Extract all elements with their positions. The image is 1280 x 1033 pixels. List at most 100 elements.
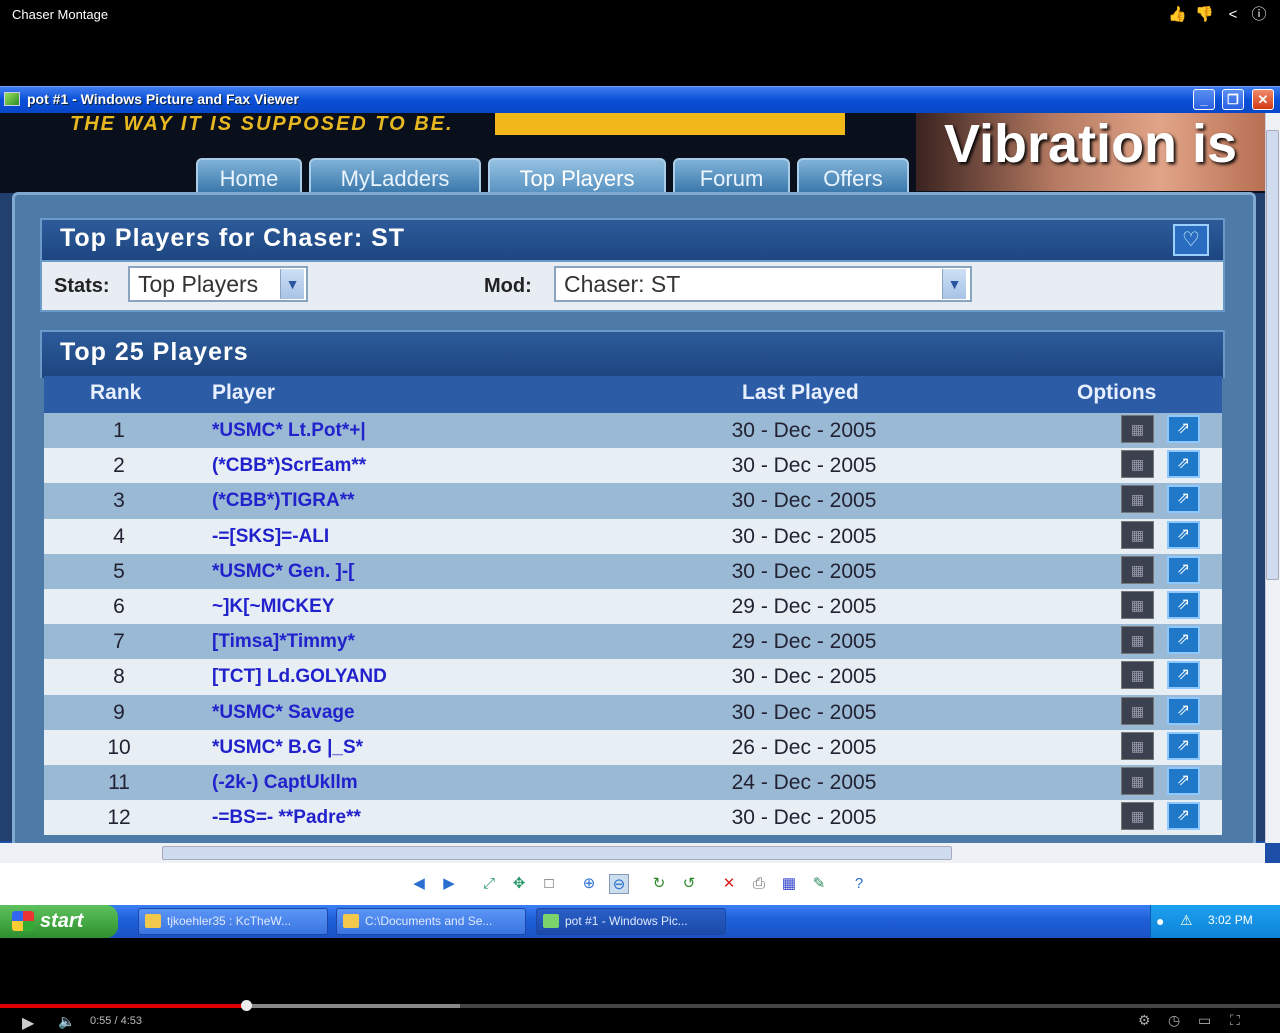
stats-icon[interactable]: ⇗ (1167, 767, 1200, 795)
delete-icon[interactable]: ✕ (719, 874, 739, 894)
stats-icon[interactable]: ⇗ (1167, 731, 1200, 760)
player-link[interactable]: (*CBB*)TIGRA** (212, 490, 355, 512)
profile-icon[interactable]: ▦ (1121, 520, 1154, 549)
zoom-in-icon[interactable]: ⊕ (579, 874, 599, 894)
player-link[interactable]: [Timsa]*Timmy* (212, 631, 355, 653)
chevron-down-icon[interactable]: ▼ (942, 269, 966, 299)
settings-gear-icon[interactable]: ⚙ (1138, 1012, 1151, 1029)
best-fit-icon[interactable]: ⤢ (479, 874, 499, 894)
next-image-icon[interactable]: ▶ (439, 874, 459, 894)
share-icon[interactable]: < (1224, 6, 1242, 24)
player-link[interactable]: (-2k-) CaptUkllm (212, 772, 358, 794)
close-button[interactable]: ✕ (1252, 89, 1274, 110)
table-row: 8 [TCT] Ld.GOLYAND 30 - Dec - 2005 ▦ ⇗ (44, 659, 1222, 695)
profile-icon[interactable]: ▦ (1121, 485, 1154, 514)
save-icon[interactable]: ▦ (779, 874, 799, 894)
stats-icon[interactable]: ⇗ (1167, 485, 1200, 514)
tab-home[interactable]: Home (196, 158, 302, 192)
stats-icon[interactable]: ⇗ (1167, 415, 1200, 443)
profile-icon[interactable]: ▦ (1121, 767, 1154, 795)
watch-later-icon[interactable]: ◷ (1168, 1012, 1180, 1029)
mod-label: Mod: (484, 275, 532, 297)
progress-scrubber[interactable] (240, 1000, 252, 1011)
stats-icon[interactable]: ⇗ (1167, 555, 1200, 584)
info-icon[interactable]: ⓘ (1250, 6, 1268, 24)
rank-cell: 4 (113, 524, 125, 548)
zoom-out-icon[interactable]: ⊖ (609, 874, 629, 894)
mod-select[interactable]: Chaser: ST ▼ (554, 266, 972, 302)
stats-icon[interactable]: ⇗ (1167, 696, 1200, 725)
player-link[interactable]: ~]K[~MICKEY (212, 596, 334, 618)
chevron-down-icon[interactable]: ▼ (280, 269, 304, 299)
taskbar-item-label: tjkoehler35 : KcTheW... (167, 914, 292, 928)
taskbar-item[interactable]: C:\Documents and Se... (336, 908, 526, 935)
windows-logo-icon (12, 911, 34, 931)
maximize-button[interactable]: ❐ (1222, 89, 1244, 110)
stats-icon[interactable]: ⇗ (1167, 626, 1200, 655)
taskbar-item[interactable]: tjkoehler35 : KcTheW... (138, 908, 328, 935)
table-row: 3 (*CBB*)TIGRA** 30 - Dec - 2005 ▦ ⇗ (44, 483, 1222, 519)
edit-icon[interactable]: ✎ (809, 874, 829, 894)
player-link[interactable]: *USMC* Gen. ]-[ (212, 561, 355, 583)
stats-icon[interactable]: ⇗ (1167, 520, 1200, 549)
stats-icon[interactable]: ⇗ (1167, 661, 1200, 690)
fullscreen-icon[interactable]: ⛶ (1230, 1012, 1240, 1029)
profile-icon[interactable]: ▦ (1121, 696, 1154, 725)
tab-offers[interactable]: Offers (797, 158, 909, 192)
dislike-icon[interactable]: 👎 (1195, 6, 1214, 24)
help-icon[interactable]: ? (849, 874, 869, 894)
table-row: 6 ~]K[~MICKEY 29 - Dec - 2005 ▦ ⇗ (44, 589, 1222, 625)
player-link[interactable]: *USMC* Lt.Pot*+| (212, 420, 366, 442)
video-title[interactable]: Chaser Montage (12, 7, 108, 22)
player-link[interactable]: -=BS=- **Padre** (212, 807, 361, 829)
player-link[interactable]: *USMC* B.G |_S* (212, 737, 363, 759)
stats-icon[interactable]: ⇗ (1167, 802, 1200, 831)
profile-icon[interactable]: ▦ (1121, 555, 1154, 584)
slideshow-icon[interactable]: □ (539, 874, 559, 894)
minimize-button[interactable]: _ (1193, 89, 1215, 110)
column-header-rank[interactable]: Rank (90, 381, 141, 405)
stats-icon[interactable]: ⇗ (1167, 450, 1200, 479)
stats-select[interactable]: Top Players ▼ (128, 266, 308, 302)
rotate-clockwise-icon[interactable]: ↻ (649, 874, 669, 894)
volume-icon[interactable]: 🔈 (58, 1013, 75, 1030)
player-link[interactable]: -=[SKS]=-ALI (212, 526, 329, 548)
theater-mode-icon[interactable]: ▭ (1198, 1012, 1211, 1029)
horizontal-scroll-thumb[interactable] (162, 846, 952, 860)
column-header-last-played[interactable]: Last Played (742, 381, 859, 405)
print-icon[interactable]: ⎙ (749, 874, 769, 894)
profile-icon[interactable]: ▦ (1121, 626, 1154, 655)
profile-icon[interactable]: ▦ (1121, 591, 1154, 619)
banner-button (495, 113, 845, 135)
vertical-scroll-thumb[interactable] (1266, 130, 1279, 580)
table-row: 12 -=BS=- **Padre** 30 - Dec - 2005 ▦ ⇗ (44, 800, 1222, 836)
column-header-player[interactable]: Player (212, 381, 275, 405)
actual-size-icon[interactable]: ✥ (509, 874, 529, 894)
tab-top-players[interactable]: Top Players (488, 158, 666, 192)
play-icon[interactable]: ▶ (22, 1013, 34, 1033)
favorite-heart-icon[interactable]: ♡ (1173, 224, 1209, 256)
clock[interactable]: 3:02 PM (1208, 913, 1253, 927)
profile-icon[interactable]: ▦ (1121, 450, 1154, 479)
ad-text: Vibration is (944, 114, 1238, 174)
profile-icon[interactable]: ▦ (1121, 415, 1154, 443)
video-controls (0, 938, 1280, 1024)
panel-title: Top 25 Players (60, 338, 249, 366)
profile-icon[interactable]: ▦ (1121, 731, 1154, 760)
player-link[interactable]: [TCT] Ld.GOLYAND (212, 666, 387, 688)
rank-cell: 1 (113, 419, 125, 442)
player-link[interactable]: *USMC* Savage (212, 702, 355, 724)
profile-icon[interactable]: ▦ (1121, 661, 1154, 690)
site-slogan: THE WAY IT IS SUPPOSED TO BE. (70, 113, 454, 135)
security-alert-icon[interactable]: ⚠ (1180, 912, 1193, 929)
rotate-counterclockwise-icon[interactable]: ↺ (679, 874, 699, 894)
player-link[interactable]: (*CBB*)ScrEam** (212, 455, 366, 477)
taskbar-item-active[interactable]: pot #1 - Windows Pic... (536, 908, 726, 935)
network-icon[interactable]: ● (1156, 913, 1164, 929)
like-icon[interactable]: 👍 (1168, 6, 1187, 24)
previous-image-icon[interactable]: ◀ (409, 874, 429, 894)
tab-myladders[interactable]: MyLadders (309, 158, 481, 192)
tab-forum[interactable]: Forum (673, 158, 790, 192)
stats-icon[interactable]: ⇗ (1167, 591, 1200, 619)
profile-icon[interactable]: ▦ (1121, 802, 1154, 831)
